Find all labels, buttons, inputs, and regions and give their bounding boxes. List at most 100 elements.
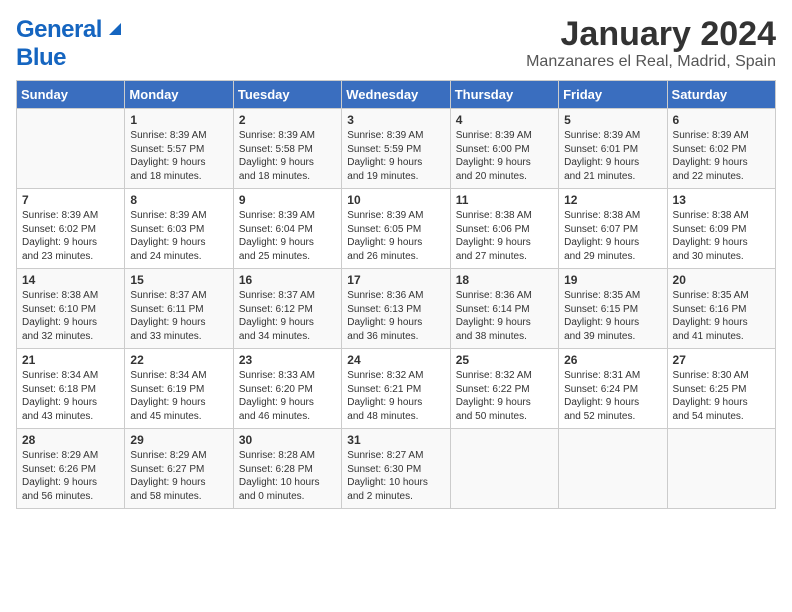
calendar-cell: 4 Sunrise: 8:39 AM Sunset: 6:00 PM Daylig…: [450, 109, 558, 189]
calendar-cell: 29Sunrise: 8:29 AM Sunset: 6:27 PM Dayli…: [125, 429, 233, 509]
day-number: 16: [239, 273, 336, 287]
calendar-cell: 23Sunrise: 8:33 AM Sunset: 6:20 PM Dayli…: [233, 349, 341, 429]
cell-content: Sunrise: 8:31 AM Sunset: 6:24 PM Dayligh…: [564, 369, 661, 423]
cell-content: Sunrise: 8:38 AM Sunset: 6:07 PM Dayligh…: [564, 209, 661, 263]
calendar-cell: [450, 429, 558, 509]
day-number: 24: [347, 353, 444, 367]
cell-content: Sunrise: 8:32 AM Sunset: 6:22 PM Dayligh…: [456, 369, 553, 423]
calendar-week-row: 14 Sunrise: 8:38 AM Sunset: 6:10 PM Dayli…: [17, 269, 776, 349]
calendar-cell: 6 Sunrise: 8:39 AM Sunset: 6:02 PM Daylig…: [667, 109, 775, 189]
cell-content: Sunrise: 8:34 AM Sunset: 6:18 PM Dayligh…: [22, 369, 119, 423]
calendar-cell: 19 Sunrise: 8:35 AM Sunset: 6:15 PM Dayli…: [559, 269, 667, 349]
calendar-table: SundayMondayTuesdayWednesdayThursdayFrid…: [16, 80, 776, 509]
day-number: 19: [564, 273, 661, 287]
month-title: January 2024: [526, 16, 776, 53]
calendar-cell: 5Sunrise: 8:39 AM Sunset: 6:01 PM Daylig…: [559, 109, 667, 189]
day-number: 11: [456, 193, 553, 207]
logo-general: General: [16, 16, 102, 44]
day-number: 7: [22, 193, 119, 207]
cell-content: Sunrise: 8:27 AM Sunset: 6:30 PM Dayligh…: [347, 449, 444, 503]
calendar-cell: 31 Sunrise: 8:27 AM Sunset: 6:30 PM Dayli…: [342, 429, 450, 509]
calendar-cell: 7 Sunrise: 8:39 AM Sunset: 6:02 PM Daylig…: [17, 189, 125, 269]
cell-content: Sunrise: 8:39 AM Sunset: 6:02 PM Dayligh…: [673, 129, 770, 183]
calendar-cell: 18 Sunrise: 8:36 AM Sunset: 6:14 PM Dayli…: [450, 269, 558, 349]
cell-content: Sunrise: 8:39 AM Sunset: 6:02 PM Dayligh…: [22, 209, 119, 263]
cell-content: Sunrise: 8:38 AM Sunset: 6:10 PM Dayligh…: [22, 289, 119, 343]
day-number: 4: [456, 113, 553, 127]
cell-content: Sunrise: 8:29 AM Sunset: 6:26 PM Dayligh…: [22, 449, 119, 503]
cell-content: Sunrise: 8:36 AM Sunset: 6:13 PM Dayligh…: [347, 289, 444, 343]
day-number: 8: [130, 193, 227, 207]
cell-content: Sunrise: 8:39 AM Sunset: 5:57 PM Dayligh…: [130, 129, 227, 183]
calendar-cell: 26 Sunrise: 8:31 AM Sunset: 6:24 PM Dayli…: [559, 349, 667, 429]
cell-content: Sunrise: 8:39 AM Sunset: 6:01 PM Dayligh…: [564, 129, 661, 183]
calendar-cell: 13 Sunrise: 8:38 AM Sunset: 6:09 PM Dayli…: [667, 189, 775, 269]
cell-content: Sunrise: 8:29 AM Sunset: 6:27 PM Dayligh…: [130, 449, 227, 503]
calendar-week-row: 28 Sunrise: 8:29 AM Sunset: 6:26 PM Dayli…: [17, 429, 776, 509]
calendar-week-row: 1Sunrise: 8:39 AM Sunset: 5:57 PM Daylig…: [17, 109, 776, 189]
day-number: 13: [673, 193, 770, 207]
calendar-week-row: 7 Sunrise: 8:39 AM Sunset: 6:02 PM Daylig…: [17, 189, 776, 269]
cell-content: Sunrise: 8:38 AM Sunset: 6:06 PM Dayligh…: [456, 209, 553, 263]
page-header: General Blue January 2024 Manzanares el …: [16, 16, 776, 72]
day-header-thursday: Thursday: [450, 81, 558, 109]
day-number: 12: [564, 193, 661, 207]
day-number: 21: [22, 353, 119, 367]
calendar-body: 1Sunrise: 8:39 AM Sunset: 5:57 PM Daylig…: [17, 109, 776, 509]
day-number: 10: [347, 193, 444, 207]
day-number: 23: [239, 353, 336, 367]
calendar-cell: 10 Sunrise: 8:39 AM Sunset: 6:05 PM Dayli…: [342, 189, 450, 269]
calendar-cell: 11 Sunrise: 8:38 AM Sunset: 6:06 PM Dayli…: [450, 189, 558, 269]
calendar-cell: 1Sunrise: 8:39 AM Sunset: 5:57 PM Daylig…: [125, 109, 233, 189]
day-number: 28: [22, 433, 119, 447]
calendar-cell: [17, 109, 125, 189]
calendar-cell: [559, 429, 667, 509]
cell-content: Sunrise: 8:39 AM Sunset: 6:05 PM Dayligh…: [347, 209, 444, 263]
day-header-tuesday: Tuesday: [233, 81, 341, 109]
cell-content: Sunrise: 8:28 AM Sunset: 6:28 PM Dayligh…: [239, 449, 336, 503]
logo: General Blue: [16, 16, 125, 72]
day-number: 18: [456, 273, 553, 287]
cell-content: Sunrise: 8:35 AM Sunset: 6:16 PM Dayligh…: [673, 289, 770, 343]
calendar-cell: 14 Sunrise: 8:38 AM Sunset: 6:10 PM Dayli…: [17, 269, 125, 349]
day-number: 17: [347, 273, 444, 287]
calendar-cell: 2 Sunrise: 8:39 AM Sunset: 5:58 PM Daylig…: [233, 109, 341, 189]
cell-content: Sunrise: 8:30 AM Sunset: 6:25 PM Dayligh…: [673, 369, 770, 423]
cell-content: Sunrise: 8:39 AM Sunset: 6:04 PM Dayligh…: [239, 209, 336, 263]
cell-content: Sunrise: 8:39 AM Sunset: 6:03 PM Dayligh…: [130, 209, 227, 263]
cell-content: Sunrise: 8:34 AM Sunset: 6:19 PM Dayligh…: [130, 369, 227, 423]
calendar-cell: 27 Sunrise: 8:30 AM Sunset: 6:25 PM Dayli…: [667, 349, 775, 429]
day-number: 31: [347, 433, 444, 447]
calendar-cell: [667, 429, 775, 509]
day-number: 20: [673, 273, 770, 287]
calendar-cell: 12 Sunrise: 8:38 AM Sunset: 6:07 PM Dayli…: [559, 189, 667, 269]
day-number: 22: [130, 353, 227, 367]
calendar-cell: 15Sunrise: 8:37 AM Sunset: 6:11 PM Dayli…: [125, 269, 233, 349]
day-header-sunday: Sunday: [17, 81, 125, 109]
calendar-cell: 30Sunrise: 8:28 AM Sunset: 6:28 PM Dayli…: [233, 429, 341, 509]
location-title: Manzanares el Real, Madrid, Spain: [526, 53, 776, 71]
cell-content: Sunrise: 8:38 AM Sunset: 6:09 PM Dayligh…: [673, 209, 770, 263]
cell-content: Sunrise: 8:32 AM Sunset: 6:21 PM Dayligh…: [347, 369, 444, 423]
day-number: 6: [673, 113, 770, 127]
calendar-cell: 28 Sunrise: 8:29 AM Sunset: 6:26 PM Dayli…: [17, 429, 125, 509]
title-area: January 2024 Manzanares el Real, Madrid,…: [526, 16, 776, 71]
day-header-friday: Friday: [559, 81, 667, 109]
cell-content: Sunrise: 8:35 AM Sunset: 6:15 PM Dayligh…: [564, 289, 661, 343]
calendar-cell: 8 Sunrise: 8:39 AM Sunset: 6:03 PM Daylig…: [125, 189, 233, 269]
day-number: 26: [564, 353, 661, 367]
day-number: 9: [239, 193, 336, 207]
cell-content: Sunrise: 8:36 AM Sunset: 6:14 PM Dayligh…: [456, 289, 553, 343]
calendar-cell: 22 Sunrise: 8:34 AM Sunset: 6:19 PM Dayli…: [125, 349, 233, 429]
day-number: 27: [673, 353, 770, 367]
cell-content: Sunrise: 8:39 AM Sunset: 5:59 PM Dayligh…: [347, 129, 444, 183]
day-number: 14: [22, 273, 119, 287]
calendar-cell: 16Sunrise: 8:37 AM Sunset: 6:12 PM Dayli…: [233, 269, 341, 349]
cell-content: Sunrise: 8:39 AM Sunset: 5:58 PM Dayligh…: [239, 129, 336, 183]
calendar-week-row: 21 Sunrise: 8:34 AM Sunset: 6:18 PM Dayli…: [17, 349, 776, 429]
calendar-cell: 17 Sunrise: 8:36 AM Sunset: 6:13 PM Dayli…: [342, 269, 450, 349]
day-number: 2: [239, 113, 336, 127]
calendar-cell: 25Sunrise: 8:32 AM Sunset: 6:22 PM Dayli…: [450, 349, 558, 429]
calendar-cell: 3Sunrise: 8:39 AM Sunset: 5:59 PM Daylig…: [342, 109, 450, 189]
cell-content: Sunrise: 8:39 AM Sunset: 6:00 PM Dayligh…: [456, 129, 553, 183]
